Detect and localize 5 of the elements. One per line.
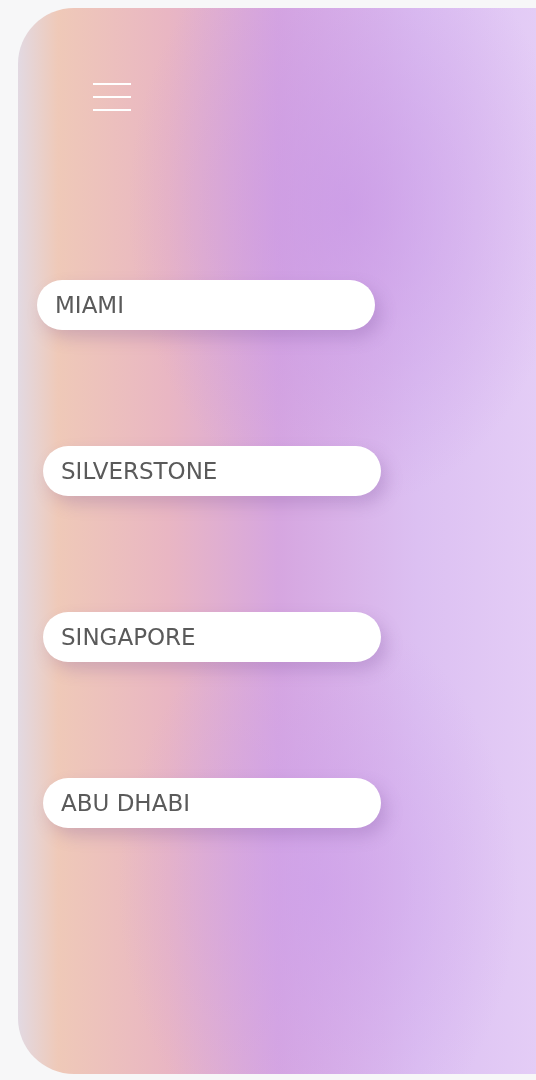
city-button[interactable]: MIAMI [37, 280, 375, 330]
city-button[interactable]: SINGAPORE [43, 612, 381, 662]
city-button[interactable]: ABU DHABI [43, 778, 381, 828]
city-button[interactable]: SILVERSTONE [43, 446, 381, 496]
menu-icon[interactable] [93, 82, 131, 112]
